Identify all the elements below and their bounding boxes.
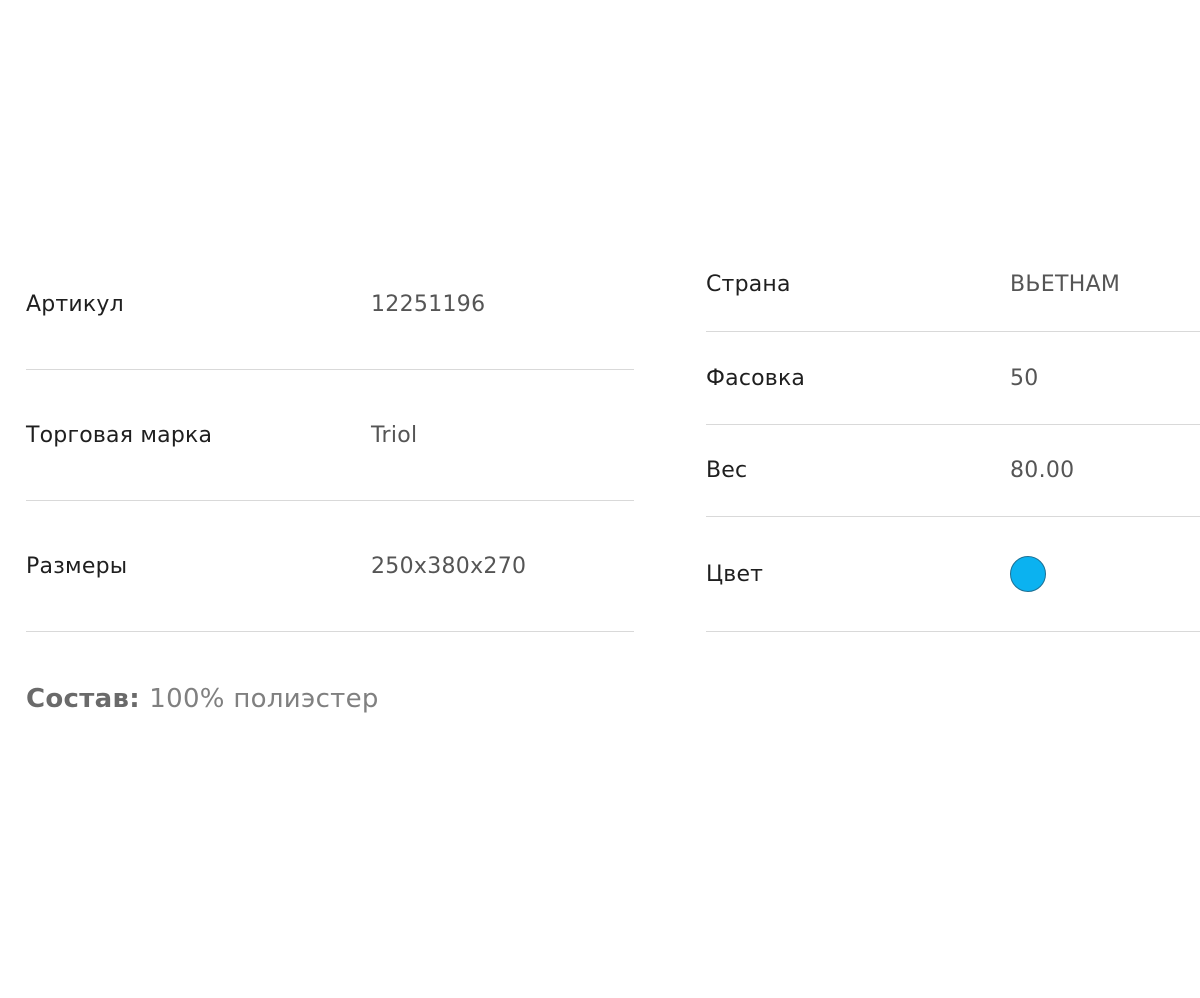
- spec-value: 250x380x270: [371, 553, 527, 579]
- spec-row-weight: Вес 80.00: [706, 425, 1200, 517]
- spec-label: Цвет: [706, 561, 764, 587]
- spec-value: 12251196: [371, 292, 486, 317]
- spec-row-brand: Торговая марка Triol: [26, 370, 634, 501]
- spec-row-country: Страна ВЬЕТНАМ: [706, 238, 1200, 332]
- spec-label: Фасовка: [706, 365, 806, 391]
- spec-label: Размеры: [26, 553, 128, 579]
- spec-label: Торговая марка: [26, 422, 213, 448]
- composition-label: Состав:: [26, 684, 150, 714]
- spec-label: Артикул: [26, 292, 124, 317]
- color-swatch: [1010, 556, 1046, 592]
- spec-label: Вес: [706, 458, 748, 483]
- composition: Состав: 100% полиэстер: [26, 684, 379, 714]
- spec-row-article: Артикул 12251196: [26, 240, 634, 370]
- spec-row-dimensions: Размеры 250x380x270: [26, 501, 634, 632]
- spec-value: 50: [1010, 365, 1039, 391]
- spec-value: Triol: [371, 422, 418, 448]
- spec-label: Страна: [706, 272, 791, 297]
- spec-value: 80.00: [1010, 458, 1075, 483]
- composition-value: 100% полиэстер: [149, 684, 379, 714]
- spec-row-color: Цвет: [706, 517, 1200, 632]
- spec-value: ВЬЕТНАМ: [1010, 272, 1121, 297]
- spec-row-package: Фасовка 50: [706, 332, 1200, 425]
